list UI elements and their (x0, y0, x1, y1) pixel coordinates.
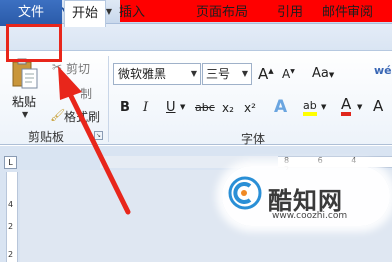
annotation-arrow (58, 66, 131, 215)
